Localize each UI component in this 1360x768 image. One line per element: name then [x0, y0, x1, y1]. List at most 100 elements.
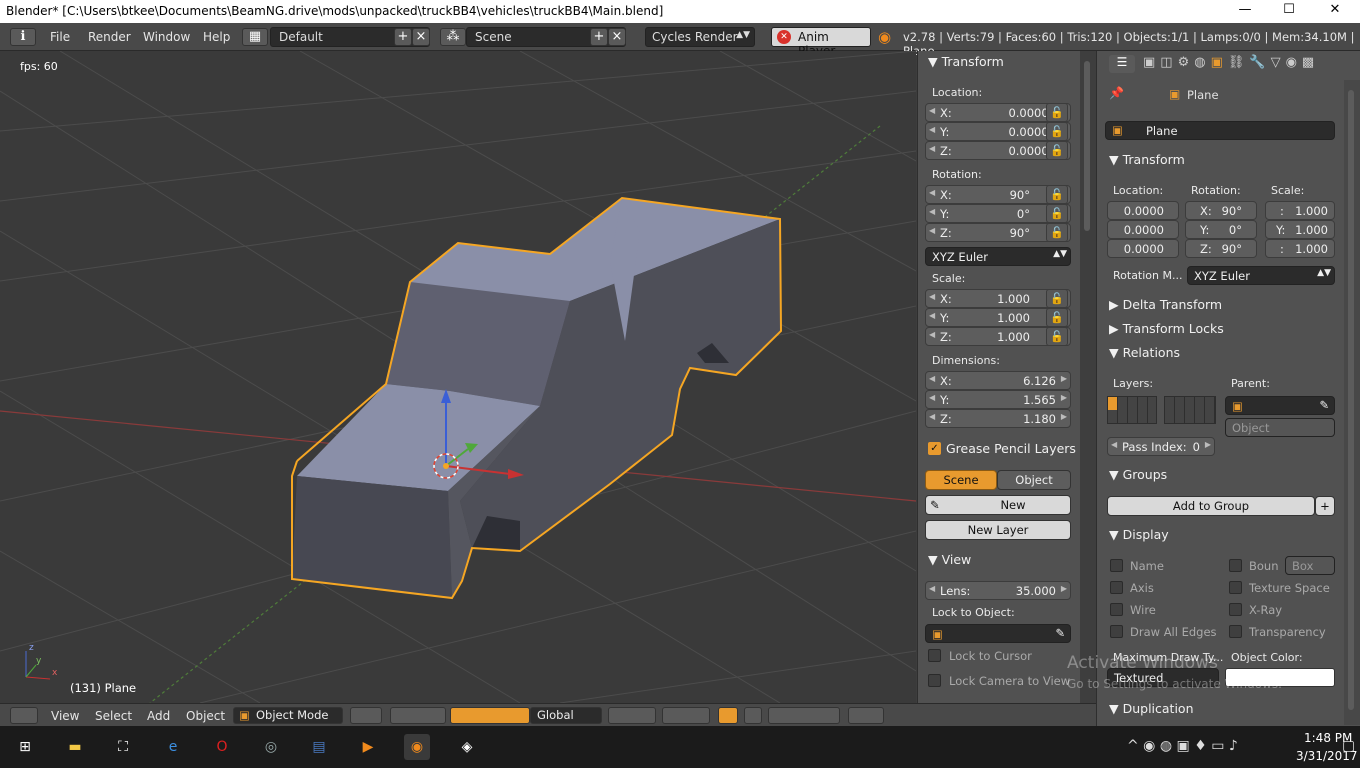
- props-location-x[interactable]: 0.0000: [1107, 201, 1179, 220]
- duplication-header[interactable]: ▼ Duplication: [1109, 701, 1194, 716]
- layers-button-b[interactable]: [662, 707, 710, 724]
- info-editor-type-icon[interactable]: ℹ: [10, 28, 36, 46]
- view-panel-header[interactable]: ▼ View: [928, 552, 971, 567]
- scene-icon[interactable]: ⁂: [440, 28, 466, 46]
- props-rotation-mode-dropdown[interactable]: XYZ Euler ▲▼: [1187, 266, 1335, 285]
- grease-scene-tab[interactable]: Scene: [925, 470, 997, 490]
- start-icon[interactable]: ⊞: [12, 734, 38, 760]
- pin-icon[interactable]: 📌: [1109, 86, 1124, 100]
- relations-header[interactable]: ▼ Relations: [1109, 345, 1180, 360]
- screen-layout-icon[interactable]: ▦: [242, 28, 268, 46]
- xray-checkbox[interactable]: [1229, 603, 1242, 616]
- menu-view[interactable]: View: [51, 709, 79, 723]
- menu-file[interactable]: File: [50, 30, 70, 44]
- orientation-dropdown[interactable]: Global: [530, 707, 602, 724]
- display-axis-checkbox[interactable]: [1110, 581, 1123, 594]
- lock-icon[interactable]: 🔓: [1046, 122, 1068, 141]
- draw-all-edges-checkbox[interactable]: [1110, 625, 1123, 638]
- add-layout-icon[interactable]: +: [394, 28, 412, 46]
- props-rotation-z[interactable]: Z: 90°: [1185, 239, 1257, 258]
- edge-icon[interactable]: e: [160, 734, 186, 760]
- props-scale-z[interactable]: :1.000: [1265, 239, 1335, 258]
- grease-pencil-header[interactable]: Grease Pencil Layers: [946, 441, 1076, 456]
- object-name-field[interactable]: ▣ Plane: [1105, 121, 1335, 140]
- eyedropper-icon[interactable]: ✎: [1319, 398, 1329, 412]
- new-layer-button[interactable]: New Layer: [925, 520, 1071, 540]
- lock-icon[interactable]: 🔓: [1046, 327, 1068, 346]
- layers-grid-a[interactable]: [1107, 396, 1157, 424]
- maximize-button[interactable]: ☐: [1266, 2, 1312, 17]
- viewport-shading-icon[interactable]: [350, 707, 382, 724]
- unity-icon[interactable]: ◈: [454, 734, 480, 760]
- delta-transform-header[interactable]: ▶ Delta Transform: [1109, 297, 1222, 312]
- properties-scrollbar[interactable]: [1344, 80, 1360, 725]
- props-rotation-x[interactable]: X: 90°: [1185, 201, 1257, 220]
- file-explorer-icon[interactable]: ▬: [62, 734, 88, 760]
- lock-icon[interactable]: 🔓: [1046, 141, 1068, 160]
- 3d-viewport[interactable]: fps: 60 z y x (131) Plane: [0, 51, 916, 703]
- truck-mesh[interactable]: [291, 196, 783, 600]
- display-bounds-checkbox[interactable]: [1229, 559, 1242, 572]
- menu-help[interactable]: Help: [203, 30, 230, 44]
- display-name-checkbox[interactable]: [1110, 559, 1123, 572]
- snap-controls[interactable]: [768, 707, 840, 724]
- lock-object-field[interactable]: ▣ ✎: [925, 624, 1071, 643]
- blender-taskbar-icon[interactable]: ◉: [404, 734, 430, 760]
- grease-new-button[interactable]: ✎ New: [925, 495, 1071, 515]
- remove-scene-icon[interactable]: ×: [608, 28, 626, 46]
- display-wire-checkbox[interactable]: [1110, 603, 1123, 616]
- properties-editor-type-icon[interactable]: ☰: [1109, 55, 1135, 73]
- menu-window[interactable]: Window: [143, 30, 190, 44]
- add-scene-icon[interactable]: +: [590, 28, 608, 46]
- store-icon[interactable]: ⛶: [110, 734, 136, 760]
- lens-field[interactable]: ◀ Lens: 35.000 ▶: [925, 581, 1071, 600]
- grease-object-tab[interactable]: Object: [997, 470, 1071, 490]
- add-to-group-button[interactable]: Add to Group: [1107, 496, 1315, 516]
- anim-player-button[interactable]: ✕ Anim Player: [771, 27, 871, 58]
- pivot-manipulator-icons[interactable]: [390, 707, 446, 724]
- bounds-type-dropdown[interactable]: Box: [1285, 556, 1335, 575]
- props-scale-y[interactable]: Y: 1.000: [1265, 220, 1335, 239]
- layers-grid-b[interactable]: [1164, 396, 1216, 424]
- texture-space-checkbox[interactable]: [1229, 581, 1242, 594]
- menu-add[interactable]: Add: [147, 709, 170, 723]
- props-scale-x[interactable]: :1.000: [1265, 201, 1335, 220]
- remove-layout-icon[interactable]: ×: [412, 28, 430, 46]
- eyedropper-icon[interactable]: ✎: [1055, 626, 1065, 640]
- lock-camera-checkbox[interactable]: [928, 674, 941, 687]
- props-location-y[interactable]: 0.0000: [1107, 220, 1179, 239]
- pass-index-field[interactable]: ◀ Pass Index: 0 ▶: [1107, 437, 1215, 456]
- tray-icons[interactable]: ^ ◉ ◍ ▣ ♦ ▭ ♪: [1127, 738, 1238, 754]
- render-engine-dropdown[interactable]: Cycles Render ▲▼: [645, 27, 755, 47]
- lock-icon[interactable]: 🔓: [1046, 308, 1068, 327]
- transform-manipulator-toggle[interactable]: [450, 707, 530, 724]
- dimension-z-field[interactable]: ◀ Z: 1.180 ▶: [925, 409, 1071, 428]
- opera-icon[interactable]: O: [209, 734, 235, 760]
- lock-icon[interactable]: 🔓: [1046, 185, 1068, 204]
- media-player-icon[interactable]: ▶: [355, 734, 381, 760]
- parent-type-dropdown[interactable]: Object: [1225, 418, 1335, 437]
- menu-select[interactable]: Select: [95, 709, 132, 723]
- lock-icon[interactable]: 🔓: [1046, 223, 1068, 242]
- lock-icon[interactable]: 🔓: [1046, 204, 1068, 223]
- transform-panel-header[interactable]: ▼ Transform: [928, 54, 1004, 69]
- groups-header[interactable]: ▼ Groups: [1109, 467, 1167, 482]
- lock-to-cursor-checkbox[interactable]: [928, 649, 941, 662]
- editor-type-icon[interactable]: [10, 707, 38, 724]
- props-location-z[interactable]: 0.0000: [1107, 239, 1179, 258]
- transform-locks-header[interactable]: ▶ Transform Locks: [1109, 321, 1224, 336]
- layers-button-a[interactable]: [608, 707, 656, 724]
- mode-dropdown[interactable]: ▣ Object Mode: [233, 707, 343, 724]
- transparency-checkbox[interactable]: [1229, 625, 1242, 638]
- notifications-icon[interactable]: ▢: [1342, 738, 1355, 754]
- add-group-plus-icon[interactable]: +: [1315, 496, 1335, 516]
- lock-icon[interactable]: 🔓: [1046, 289, 1068, 308]
- steam-icon[interactable]: ◎: [258, 734, 284, 760]
- viewport-canvas[interactable]: [0, 51, 916, 703]
- close-button[interactable]: ✕: [1312, 2, 1358, 17]
- panel-scrollbar[interactable]: [1080, 51, 1096, 703]
- props-transform-header[interactable]: ▼ Transform: [1109, 152, 1185, 167]
- dimension-x-field[interactable]: ◀ X: 6.126 ▶: [925, 371, 1071, 390]
- menu-render[interactable]: Render: [88, 30, 131, 44]
- app-icon[interactable]: ▤: [306, 734, 332, 760]
